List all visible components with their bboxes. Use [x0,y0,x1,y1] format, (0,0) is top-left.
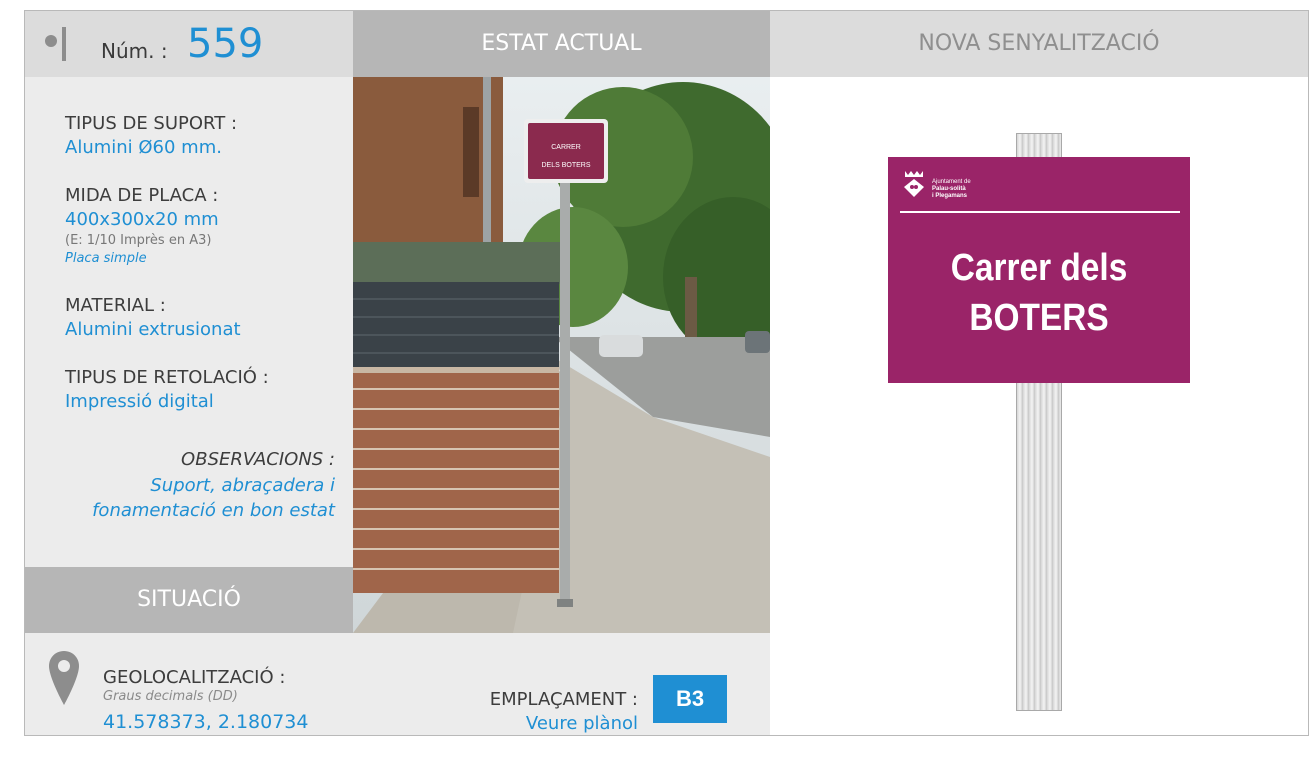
plate-type-note: Placa simple [65,251,147,266]
placement-label: EMPLAÇAMENT : [489,689,638,710]
geolocation-value: 41.578373, 2.180734 [103,711,309,733]
lettering-type-value: Impressió digital [65,391,214,412]
support-type-value: Alumini Ø60 mm. [65,137,222,158]
support-type-label: TIPUS DE SUPORT : [65,113,238,134]
street-photo: CARRER DELS BOTERS [353,77,770,633]
new-signage-preview: Ajuntament de Palau-solità i Plegamans C… [770,77,1308,735]
placement-badge: B3 [653,675,727,723]
plate-size-note: (E: 1/10 Imprès en A3) [65,233,212,248]
plate-divider [900,211,1180,213]
map-pin-icon [49,651,79,705]
placement-value: Veure plànol [525,713,638,734]
plate-text-line: BOTERS [969,297,1109,339]
observations-line: fonamentació en bon estat [92,500,335,521]
observations-label: OBSERVACIONS : [181,449,335,470]
current-state-photo: CARRER DELS BOTERS [353,77,770,633]
number-label: Núm. : [101,39,168,63]
observations-line: Suport, abraçadera i [150,475,335,496]
number-header: Núm. : 559 [25,11,353,77]
lettering-type-label: TIPUS DE RETOLACIÓ : [65,367,269,388]
photo-sign-line: CARRER [551,144,581,151]
town-name-line: Palau-solità [932,186,966,192]
material-value: Alumini extrusionat [65,319,241,340]
town-name: Ajuntament de Palau-solità i Plegamans [932,179,971,200]
geolocation-format: Graus decimals (DD) [103,689,238,704]
location-bar: GEOLOCALITZACIÓ : Graus decimals (DD) 41… [25,633,770,735]
situacio-header: SITUACIÓ [25,567,353,633]
new-signage-header: NOVA SENYALITZACIÓ [770,11,1308,77]
town-name-line: Ajuntament de [932,179,971,185]
photo-sign-line: DELS BOTERS [541,162,590,169]
sign-record-card: Núm. : 559 TIPUS DE SUPORT : Alumini Ø60… [24,10,1309,736]
geolocation-label: GEOLOCALITZACIÓ : [103,667,286,688]
number-value: 559 [187,21,264,67]
plate-size-label: MIDA DE PLACA : [65,185,219,206]
current-state-header: ESTAT ACTUAL [353,11,770,77]
town-crest-icon [904,171,924,197]
town-name-line: i Plegamans [932,193,968,199]
plate-size-value: 400x300x20 mm [65,209,219,230]
bullet-bar-icon [62,27,66,61]
material-label: MATERIAL : [65,295,166,316]
plate-street-name: Carrer dels BOTERS [906,243,1172,343]
bullet-dot-icon [45,35,57,47]
specs-panel: TIPUS DE SUPORT : Alumini Ø60 mm. MIDA D… [25,77,353,567]
plate-text-line: Carrer dels [950,247,1128,289]
observations-value: Suport, abraçadera i fonamentació en bon… [25,473,335,523]
sign-plate: Ajuntament de Palau-solità i Plegamans C… [888,157,1190,383]
